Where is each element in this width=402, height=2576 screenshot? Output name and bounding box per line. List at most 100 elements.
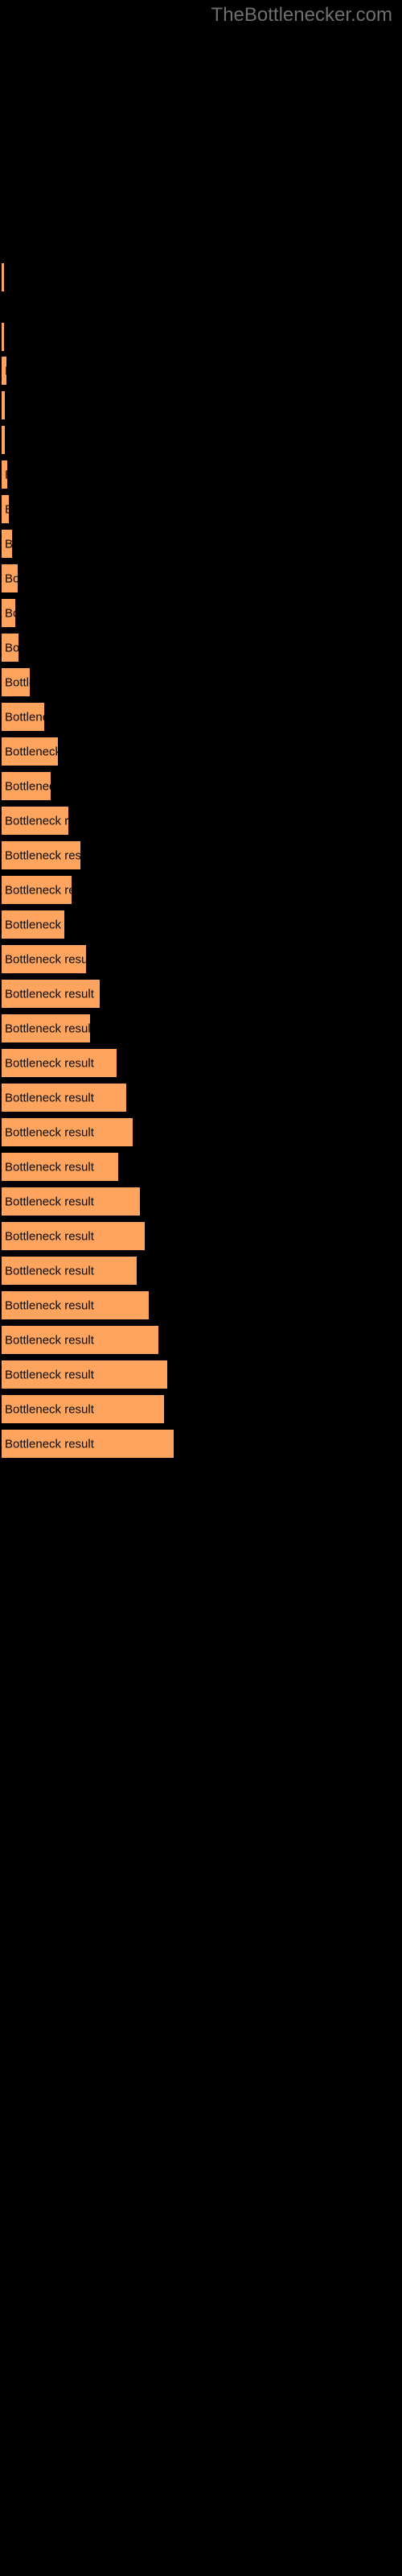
bar-row: Bottleneck result bbox=[0, 1359, 402, 1389]
bar-row: Bottleneck result bbox=[0, 262, 402, 292]
bar-row: Bottleneck result bbox=[0, 1082, 402, 1113]
bar-label: Bottleneck result bbox=[5, 641, 18, 654]
bar-label: Bottleneck result bbox=[5, 468, 7, 481]
bar-label: Bottleneck result bbox=[5, 745, 58, 758]
bar-label: Bottleneck result bbox=[5, 537, 12, 551]
bar-label: Bottleneck result bbox=[5, 1022, 90, 1035]
bar-label: Bottleneck result bbox=[5, 1056, 94, 1070]
bar-row: Bottleneck result bbox=[0, 1117, 402, 1147]
bar-row: Bottleneck result bbox=[0, 909, 402, 939]
bar-row: Bottleneck result bbox=[0, 874, 402, 905]
bar-row: Bottleneck result bbox=[0, 424, 402, 455]
bar-label: Bottleneck result bbox=[5, 502, 9, 516]
bar-row: Bottleneck result bbox=[0, 736, 402, 766]
bar-label: Bottleneck result bbox=[5, 1368, 94, 1381]
bar-row: Bottleneck result bbox=[0, 1186, 402, 1216]
bar-label: Bottleneck result bbox=[5, 779, 51, 793]
chart-bar[interactable]: Bottleneck result bbox=[2, 1220, 145, 1251]
bar-label: Bottleneck result bbox=[5, 1264, 94, 1278]
bar-label: Bottleneck result bbox=[5, 883, 72, 897]
chart-bar[interactable]: Bottleneck result bbox=[2, 805, 68, 836]
chart-bar[interactable]: Bottleneck result bbox=[2, 667, 30, 697]
chart-bar[interactable]: Bottleneck result bbox=[2, 1186, 140, 1216]
chart-bar[interactable]: Bottleneck result bbox=[2, 355, 6, 386]
bar-label: Bottleneck result bbox=[5, 1298, 94, 1312]
bar-row: Bottleneck result bbox=[0, 632, 402, 663]
bar-label: Bottleneck result bbox=[5, 364, 6, 378]
bar-label: Bottleneck result bbox=[5, 1437, 94, 1451]
bar-row: Bottleneck result bbox=[0, 805, 402, 836]
chart-bar[interactable]: Bottleneck result bbox=[2, 493, 9, 524]
bar-row: Bottleneck result bbox=[0, 840, 402, 870]
chart-bar[interactable]: Bottleneck result bbox=[2, 1047, 117, 1078]
chart-bar[interactable]: Bottleneck result bbox=[2, 1428, 174, 1459]
bar-row: Bottleneck result bbox=[0, 459, 402, 489]
chart-bar[interactable]: Bottleneck result bbox=[2, 1255, 137, 1286]
bar-row: Bottleneck result bbox=[0, 1255, 402, 1286]
bar-label: Bottleneck result bbox=[5, 1229, 94, 1243]
chart-bar[interactable]: Bottleneck result bbox=[2, 736, 58, 766]
bar-label: Bottleneck result bbox=[5, 1125, 94, 1139]
chart-bar[interactable]: Bottleneck result bbox=[2, 770, 51, 801]
bar-row: Bottleneck result bbox=[0, 1013, 402, 1043]
chart-bar[interactable]: Bottleneck result bbox=[2, 262, 4, 292]
bar-label: Bottleneck result bbox=[5, 848, 80, 862]
chart-bar[interactable]: Bottleneck result bbox=[2, 978, 100, 1009]
bar-label: Bottleneck result bbox=[5, 952, 86, 966]
chart-bar[interactable]: Bottleneck result bbox=[2, 424, 5, 455]
bar-row: Bottleneck result bbox=[0, 701, 402, 732]
bar-chart-plot-area: Bottleneck result Bottleneck result Bottle… bbox=[0, 0, 402, 2576]
chart-bar[interactable]: Bottleneck result bbox=[2, 528, 12, 559]
bar-row: Bottleneck result bbox=[0, 667, 402, 697]
chart-bar[interactable]: Bottleneck result bbox=[2, 597, 15, 628]
bar-label: Bottleneck result bbox=[5, 918, 64, 931]
bar-label: Bottleneck result bbox=[5, 1195, 94, 1208]
bar-label: Bottleneck result bbox=[5, 1333, 94, 1347]
page-root: TheBottlenecker.com Bottleneck resultBot… bbox=[0, 0, 402, 2576]
chart-bar[interactable]: Bottleneck result bbox=[2, 1393, 164, 1424]
bar-row: Bottleneck result bbox=[0, 597, 402, 628]
bar-row: Bottleneck result bbox=[0, 563, 402, 593]
chart-bar[interactable]: Bottleneck result bbox=[2, 390, 5, 420]
bar-label: Bottleneck result bbox=[5, 606, 15, 620]
chart-bar[interactable]: Bottleneck result bbox=[2, 943, 86, 974]
chart-bar[interactable]: Bottleneck result bbox=[2, 1082, 126, 1113]
bar-row: Bottleneck result bbox=[0, 1151, 402, 1182]
bar-label: Bottleneck result bbox=[5, 1091, 94, 1104]
bar-row: Bottleneck result bbox=[0, 528, 402, 559]
bar-label: Bottleneck result bbox=[5, 987, 94, 1001]
bar-row: Bottleneck result bbox=[0, 770, 402, 801]
bar-label: Bottleneck result bbox=[5, 675, 30, 689]
bar-label: Bottleneck result bbox=[5, 710, 44, 724]
bar-row: Bottleneck result bbox=[0, 943, 402, 974]
chart-bar[interactable]: Bottleneck result bbox=[2, 632, 18, 663]
chart-bar[interactable]: Bottleneck result bbox=[2, 1359, 167, 1389]
bar-row: Bottleneck result bbox=[0, 321, 402, 352]
bar-row: Bottleneck result bbox=[0, 1428, 402, 1459]
chart-bar[interactable]: Bottleneck result bbox=[2, 321, 4, 352]
chart-bar[interactable]: Bottleneck result bbox=[2, 563, 18, 593]
bar-row: Bottleneck result bbox=[0, 493, 402, 524]
bar-row: Bottleneck result bbox=[0, 978, 402, 1009]
bar-row: Bottleneck result bbox=[0, 390, 402, 420]
bar-label: Bottleneck result bbox=[5, 814, 68, 828]
bar-row: Bottleneck result bbox=[0, 1393, 402, 1424]
chart-bar[interactable]: Bottleneck result bbox=[2, 701, 44, 732]
chart-bar[interactable]: Bottleneck result bbox=[2, 1151, 118, 1182]
chart-bar[interactable]: Bottleneck result bbox=[2, 1324, 158, 1355]
bar-label: Bottleneck result bbox=[5, 572, 18, 585]
chart-bar[interactable]: Bottleneck result bbox=[2, 840, 80, 870]
chart-bar[interactable]: Bottleneck result bbox=[2, 459, 7, 489]
chart-bar[interactable]: Bottleneck result bbox=[2, 874, 72, 905]
bar-row: Bottleneck result bbox=[0, 1290, 402, 1320]
bar-label: Bottleneck result bbox=[5, 1402, 94, 1416]
bar-row: Bottleneck result bbox=[0, 1220, 402, 1251]
bar-row: Bottleneck result bbox=[0, 1047, 402, 1078]
chart-bar[interactable]: Bottleneck result bbox=[2, 1290, 149, 1320]
chart-bar[interactable]: Bottleneck result bbox=[2, 909, 64, 939]
bar-row: Bottleneck result bbox=[0, 1324, 402, 1355]
chart-bar[interactable]: Bottleneck result bbox=[2, 1117, 133, 1147]
bar-label: Bottleneck result bbox=[5, 1160, 94, 1174]
bar-row: Bottleneck result bbox=[0, 355, 402, 386]
chart-bar[interactable]: Bottleneck result bbox=[2, 1013, 90, 1043]
